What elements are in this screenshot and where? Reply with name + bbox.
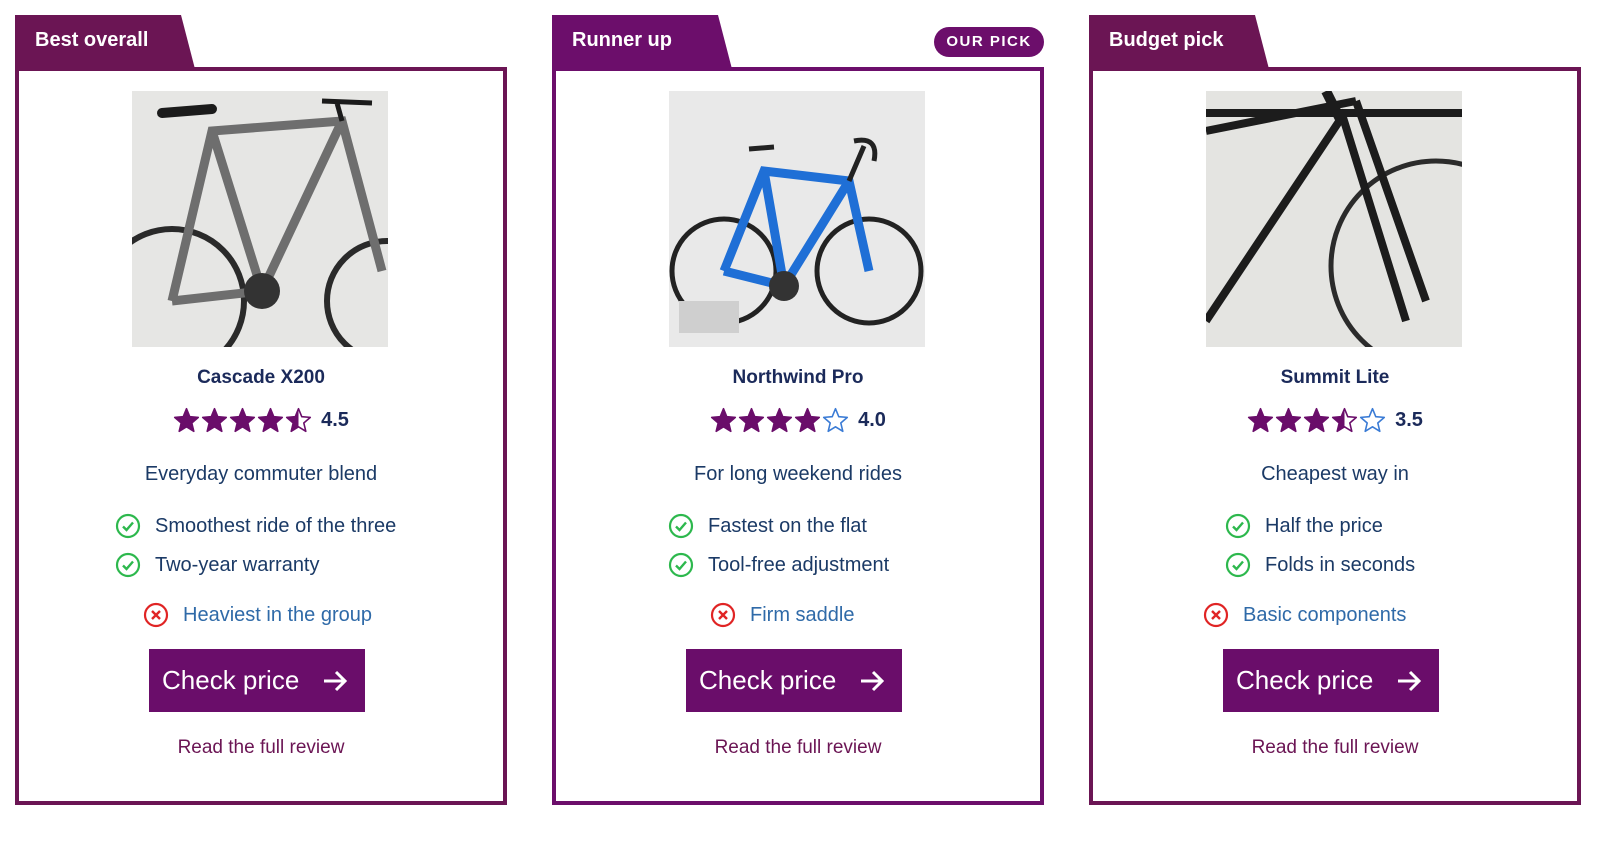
- star-rating: 4.0: [552, 407, 1044, 434]
- card-body: Cascade X200 4.5 Everyday commuter blend…: [15, 67, 507, 805]
- product-name: Northwind Pro: [732, 367, 864, 388]
- product-name: Summit Lite: [1280, 367, 1390, 388]
- rating-value: 3.5: [1395, 409, 1423, 431]
- read-review-link[interactable]: Read the full review: [1089, 737, 1581, 759]
- rating-value: 4.5: [321, 409, 349, 431]
- check-price-button[interactable]: Check price: [149, 649, 365, 712]
- star-rating: 4.5: [15, 407, 507, 434]
- star-icon: [710, 407, 737, 433]
- our-pick-badge: OUR PICK: [934, 27, 1044, 57]
- product-image: [132, 91, 388, 347]
- star-icon: [173, 407, 200, 433]
- pro-item: Smoothest ride of the three: [115, 513, 396, 539]
- product-image: [669, 91, 925, 347]
- x-circle-icon: [143, 602, 169, 628]
- star-icon: [1275, 407, 1302, 433]
- product-tagline: Cheapest way in: [1261, 463, 1409, 485]
- check-price-button[interactable]: Check price: [1223, 649, 1439, 712]
- check-circle-icon: [115, 552, 141, 578]
- card-label-tab: Best overall: [15, 15, 195, 69]
- card-body: Northwind Pro 4.0 For long weekend rides…: [552, 67, 1044, 805]
- arrow-right-icon: [861, 670, 885, 691]
- card-body: Summit Lite 3.5 Cheapest way in Half the…: [1089, 67, 1581, 805]
- check-circle-icon: [115, 513, 141, 539]
- check-circle-icon: [1225, 552, 1251, 578]
- check-circle-icon: [668, 513, 694, 539]
- pro-item: Tool-free adjustment: [668, 552, 889, 578]
- star-icon: [201, 407, 228, 433]
- arrow-right-icon: [324, 670, 348, 691]
- pro-item: Fastest on the flat: [668, 513, 867, 539]
- product-card-1: Best overall Cascade X200 4.5 Everyday c…: [15, 15, 507, 805]
- star-icon: [257, 407, 284, 433]
- product-image: [1206, 91, 1462, 347]
- product-card-2: Runner up OUR PICK Northwind Pro 4.0 For…: [552, 15, 1044, 805]
- star-icon: [1359, 407, 1386, 433]
- star-icon: [1247, 407, 1274, 433]
- star-icon: [1331, 407, 1358, 433]
- pro-item: Two-year warranty: [115, 552, 320, 578]
- star-icon: [229, 407, 256, 433]
- arrow-right-icon: [1398, 670, 1422, 691]
- star-icon: [1303, 407, 1330, 433]
- star-icon: [766, 407, 793, 433]
- star-rating: 3.5: [1089, 407, 1581, 434]
- read-review-link[interactable]: Read the full review: [552, 737, 1044, 759]
- check-circle-icon: [668, 552, 694, 578]
- card-label-tab: Runner up: [552, 15, 732, 69]
- read-review-link[interactable]: Read the full review: [15, 737, 507, 759]
- rating-value: 4.0: [858, 409, 886, 431]
- check-circle-icon: [1225, 513, 1251, 539]
- star-icon: [285, 407, 312, 433]
- con-item: Basic components: [1203, 602, 1406, 628]
- product-name: Cascade X200: [197, 367, 325, 388]
- star-icon: [794, 407, 821, 433]
- con-item: Firm saddle: [710, 602, 854, 628]
- star-icon: [822, 407, 849, 433]
- con-item: Heaviest in the group: [143, 602, 372, 628]
- card-label-tab: Budget pick: [1089, 15, 1269, 69]
- product-tagline: For long weekend rides: [694, 463, 902, 485]
- product-card-3: Budget pick Summit Lite 3.5 Cheapest way…: [1089, 15, 1581, 805]
- x-circle-icon: [1203, 602, 1229, 628]
- pro-item: Folds in seconds: [1225, 552, 1415, 578]
- x-circle-icon: [710, 602, 736, 628]
- check-price-button[interactable]: Check price: [686, 649, 902, 712]
- star-icon: [738, 407, 765, 433]
- product-tagline: Everyday commuter blend: [144, 463, 378, 485]
- pro-item: Half the price: [1225, 513, 1383, 539]
